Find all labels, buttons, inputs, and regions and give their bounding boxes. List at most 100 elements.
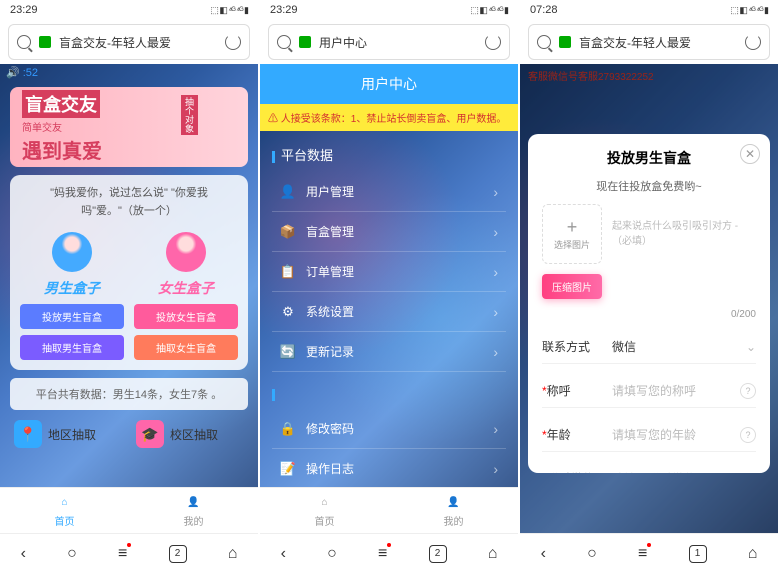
status-bar: 23:29 ⬚ ◧ ⁴ᴳ ⁴ᴳ ▮ [260, 0, 518, 20]
shield-icon [559, 36, 571, 48]
shield-icon [39, 36, 51, 48]
refresh-icon[interactable] [485, 34, 501, 50]
back-button[interactable]: ‹ [281, 545, 286, 563]
school-draw-card[interactable]: 🎓 校区抽取 [132, 416, 248, 452]
browser-home-icon[interactable]: ⌂ [488, 545, 498, 563]
nickname-input[interactable]: 请填写您的称呼 [612, 382, 726, 399]
promo-banner[interactable]: 盲盒交友 抽个对象 简单交友 遇到真爱 [10, 87, 248, 167]
phone-3: 07:28 ⬚ ◧ ⁴ᴳ ⁴ᴳ ▮ 盲盒交友-年轻人最爱 客服微信号客服2793… [520, 0, 778, 573]
browser-search-icon[interactable]: ○ [327, 545, 337, 563]
tabs-count[interactable]: 2 [429, 545, 447, 563]
menu-icon[interactable]: ≡ [378, 545, 387, 563]
plus-icon: + [567, 217, 578, 238]
banner-slogan: 遇到真爱 [22, 135, 236, 164]
description-placeholder[interactable]: 起来说点什么吸引吸引对方 -（必填） [612, 219, 756, 249]
tab-home-label: 首页 [315, 513, 335, 528]
male-box-label: 男生盒子 [44, 278, 100, 298]
menu-operation-log[interactable]: 📝操作日志› [272, 449, 506, 487]
draw-male-button[interactable]: 抽取男生盲盒 [20, 335, 124, 360]
row-age[interactable]: *年龄 请填写您的年龄 ? [542, 418, 756, 452]
browser-search-icon[interactable]: ○ [587, 545, 597, 563]
back-button[interactable]: ‹ [541, 545, 546, 563]
tab-home[interactable]: ⌂ 首页 [0, 488, 129, 533]
menu-box-manage[interactable]: 📦盲盒管理› [272, 212, 506, 252]
upload-row: + 选择图片 起来说点什么吸引吸引对方 -（必填） [542, 204, 756, 264]
box-row: 男生盒子 投放男生盲盒 抽取男生盲盒 女生盒子 投放女生盲盒 抽取女生盲盒 [20, 232, 238, 360]
browser-home-icon[interactable]: ⌂ [748, 545, 758, 563]
menu-icon[interactable]: ≡ [638, 545, 647, 563]
browser-nav: ‹ ○ ≡ 2 ⌂ [0, 533, 258, 573]
banner-corner: 抽个对象 [181, 95, 198, 135]
clock: 23:29 [10, 4, 38, 16]
tabs-count[interactable]: 2 [169, 545, 187, 563]
menu-system-settings[interactable]: ⚙系统设置› [272, 292, 506, 332]
row-contact-method[interactable]: 联系方式 微信 ⌄ [542, 330, 756, 364]
lock-icon: 🔒 [280, 421, 296, 437]
female-avatar-icon [166, 232, 206, 272]
gear-icon: ⚙ [280, 304, 296, 320]
update-icon: 🔄 [280, 344, 296, 360]
upload-image-button[interactable]: + 选择图片 [542, 204, 602, 264]
nav-row: 📍 地区抽取 🎓 校区抽取 [10, 416, 248, 452]
school-icon: 🎓 [136, 420, 164, 448]
row-wechat[interactable]: *联系微信 请填写联系微信 [542, 462, 756, 473]
clock: 07:28 [530, 4, 558, 16]
tabs-count[interactable]: 1 [689, 545, 707, 563]
browser-search-icon[interactable]: ○ [67, 545, 77, 563]
chevron-right-icon: › [493, 264, 498, 280]
browser-nav: ‹ ○ ≡ 2 ⌂ [260, 533, 518, 573]
refresh-icon[interactable] [225, 34, 241, 50]
menu-order-manage[interactable]: 📋订单管理› [272, 252, 506, 292]
submit-male-button[interactable]: 投放男生盲盒 [20, 304, 124, 329]
url-bar[interactable]: 盲盒交友-年轻人最爱 [8, 24, 250, 60]
box-icon: 📦 [280, 224, 296, 240]
row-nickname[interactable]: *称呼 请填写您的称呼 ? [542, 374, 756, 408]
close-button[interactable]: ✕ [740, 144, 760, 164]
search-icon[interactable] [537, 35, 551, 49]
tab-mine[interactable]: 👤 我的 [389, 488, 518, 533]
wechat-input[interactable]: 请填写联系微信 [612, 470, 756, 473]
menu-icon[interactable]: ≡ [118, 545, 127, 563]
main-content: 🔊 :52 盲盒交友 抽个对象 简单交友 遇到真爱 "妈我爱你，说过怎么说" "… [0, 64, 258, 487]
quote-text: "妈我爱你，说过怎么说" "你爱我吗"爱。"（放一个） [20, 185, 238, 220]
section-platform-data: 平台数据 [272, 141, 506, 168]
draw-female-button[interactable]: 抽取女生盲盒 [134, 335, 238, 360]
banner-subtitle: 简单交友 [22, 119, 236, 134]
age-input[interactable]: 请填写您的年龄 [612, 426, 726, 443]
search-icon[interactable] [277, 35, 291, 49]
modal-title: 投放男生盲盒 [542, 148, 756, 168]
chevron-right-icon: › [493, 461, 498, 477]
status-icons: ⬚ ◧ ⁴ᴳ ⁴ᴳ ▮ [730, 5, 768, 16]
audio-indicator[interactable]: 🔊 :52 [0, 64, 258, 81]
school-label: 校区抽取 [170, 426, 218, 443]
help-icon[interactable]: ? [740, 427, 756, 443]
platform-stats: 平台共有数据：男生14条，女生7条 。 [10, 378, 248, 410]
back-button[interactable]: ‹ [21, 545, 26, 563]
bottom-tabs: ⌂ 首页 👤 我的 [0, 487, 258, 533]
tab-mine[interactable]: 👤 我的 [129, 488, 258, 533]
url-bar[interactable]: 用户中心 [268, 24, 510, 60]
location-icon: 📍 [14, 420, 42, 448]
menu-user-manage[interactable]: 👤用户管理› [272, 172, 506, 212]
status-bar: 23:29 ⬚ ◧ ⁴ᴳ ⁴ᴳ ▮ [0, 0, 258, 20]
browser-nav: ‹ ○ ≡ 1 ⌂ [520, 533, 778, 573]
region-label: 地区抽取 [48, 426, 96, 443]
search-icon[interactable] [17, 35, 31, 49]
menu-change-password[interactable]: 🔒修改密码› [272, 409, 506, 449]
shield-icon [299, 36, 311, 48]
url-bar[interactable]: 盲盒交友-年轻人最爱 [528, 24, 770, 60]
menu-update-log[interactable]: 🔄更新记录› [272, 332, 506, 372]
home-icon: ⌂ [56, 494, 74, 512]
submit-female-button[interactable]: 投放女生盲盒 [134, 304, 238, 329]
compress-image-button[interactable]: 压缩图片 [542, 274, 602, 299]
region-draw-card[interactable]: 📍 地区抽取 [10, 416, 126, 452]
browser-home-icon[interactable]: ⌂ [228, 545, 238, 563]
warning-banner: ⚠ 人接受该条款：1、禁止站长倒卖盲盒、用户数据。 [260, 104, 518, 131]
refresh-icon[interactable] [745, 34, 761, 50]
char-counter: 0/200 [542, 309, 756, 320]
help-icon[interactable]: ? [740, 383, 756, 399]
tab-home[interactable]: ⌂ 首页 [260, 488, 389, 533]
main-card: "妈我爱你，说过怎么说" "你爱我吗"爱。"（放一个） 男生盒子 投放男生盲盒 … [10, 175, 248, 370]
modal-subtitle: 现在往投放盒免费哟~ [542, 178, 756, 194]
chevron-right-icon: › [493, 184, 498, 200]
